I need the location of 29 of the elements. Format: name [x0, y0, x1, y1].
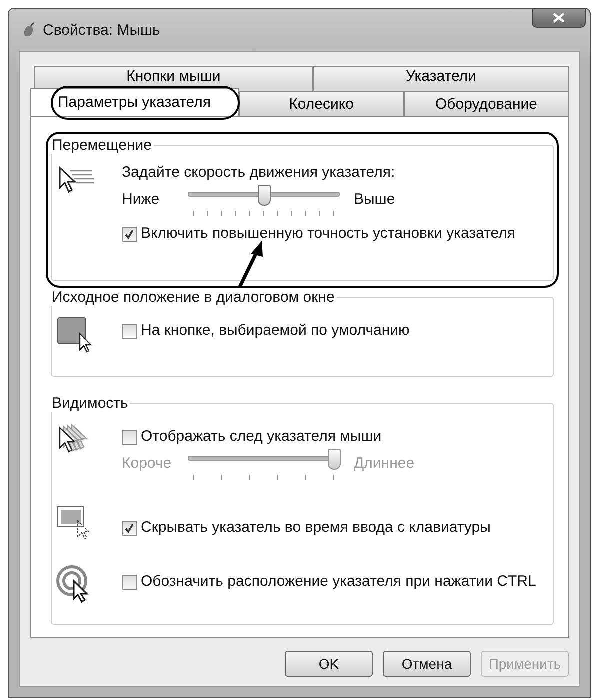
- close-button[interactable]: [532, 8, 586, 28]
- checkbox[interactable]: [122, 520, 137, 536]
- speed-prompt: Задайте скорость движения указателя:: [122, 164, 396, 181]
- slider-min-label: Ниже: [122, 190, 161, 208]
- slider-min-label: Короче: [122, 454, 173, 472]
- tab[interactable]: Колесико: [239, 91, 404, 116]
- slider-max-label: Длиннее: [354, 454, 415, 472]
- checkbox[interactable]: [122, 575, 137, 590]
- checkbox-label: На кнопке, выбираемой по умолчанию: [141, 322, 410, 339]
- checkbox[interactable]: [122, 227, 137, 242]
- checkbox[interactable]: [122, 430, 137, 445]
- slider-thumb[interactable]: [258, 185, 271, 206]
- speed-slider[interactable]: [188, 185, 340, 219]
- dialog-button[interactable]: Отмена: [383, 651, 471, 677]
- trail-slider[interactable]: [188, 449, 340, 483]
- window-title: Свойства: Мышь: [43, 22, 160, 38]
- checkbox-label: Обозначить расположение указателя при нажатии CTRL: [141, 573, 538, 590]
- tab[interactable]: Оборудование: [404, 91, 569, 116]
- close-icon: [553, 13, 565, 23]
- group-title: Перемещение: [51, 137, 153, 154]
- checkbox-label: Отображать след указателя мыши: [141, 428, 382, 445]
- checkbox[interactable]: [122, 324, 137, 339]
- slider-max-label: Выше: [354, 190, 396, 208]
- checkbox-label: Включить повышенную точность установки указателя: [141, 225, 516, 242]
- group-title: Видимость: [51, 395, 130, 412]
- group-title: Исходное положение в диалоговом окне: [51, 289, 336, 306]
- dialog-button[interactable]: OK: [285, 651, 373, 677]
- tab[interactable]: Указатели: [313, 66, 569, 93]
- checkbox-label: Скрывать указатель во время ввода с клавиатуры: [141, 518, 491, 536]
